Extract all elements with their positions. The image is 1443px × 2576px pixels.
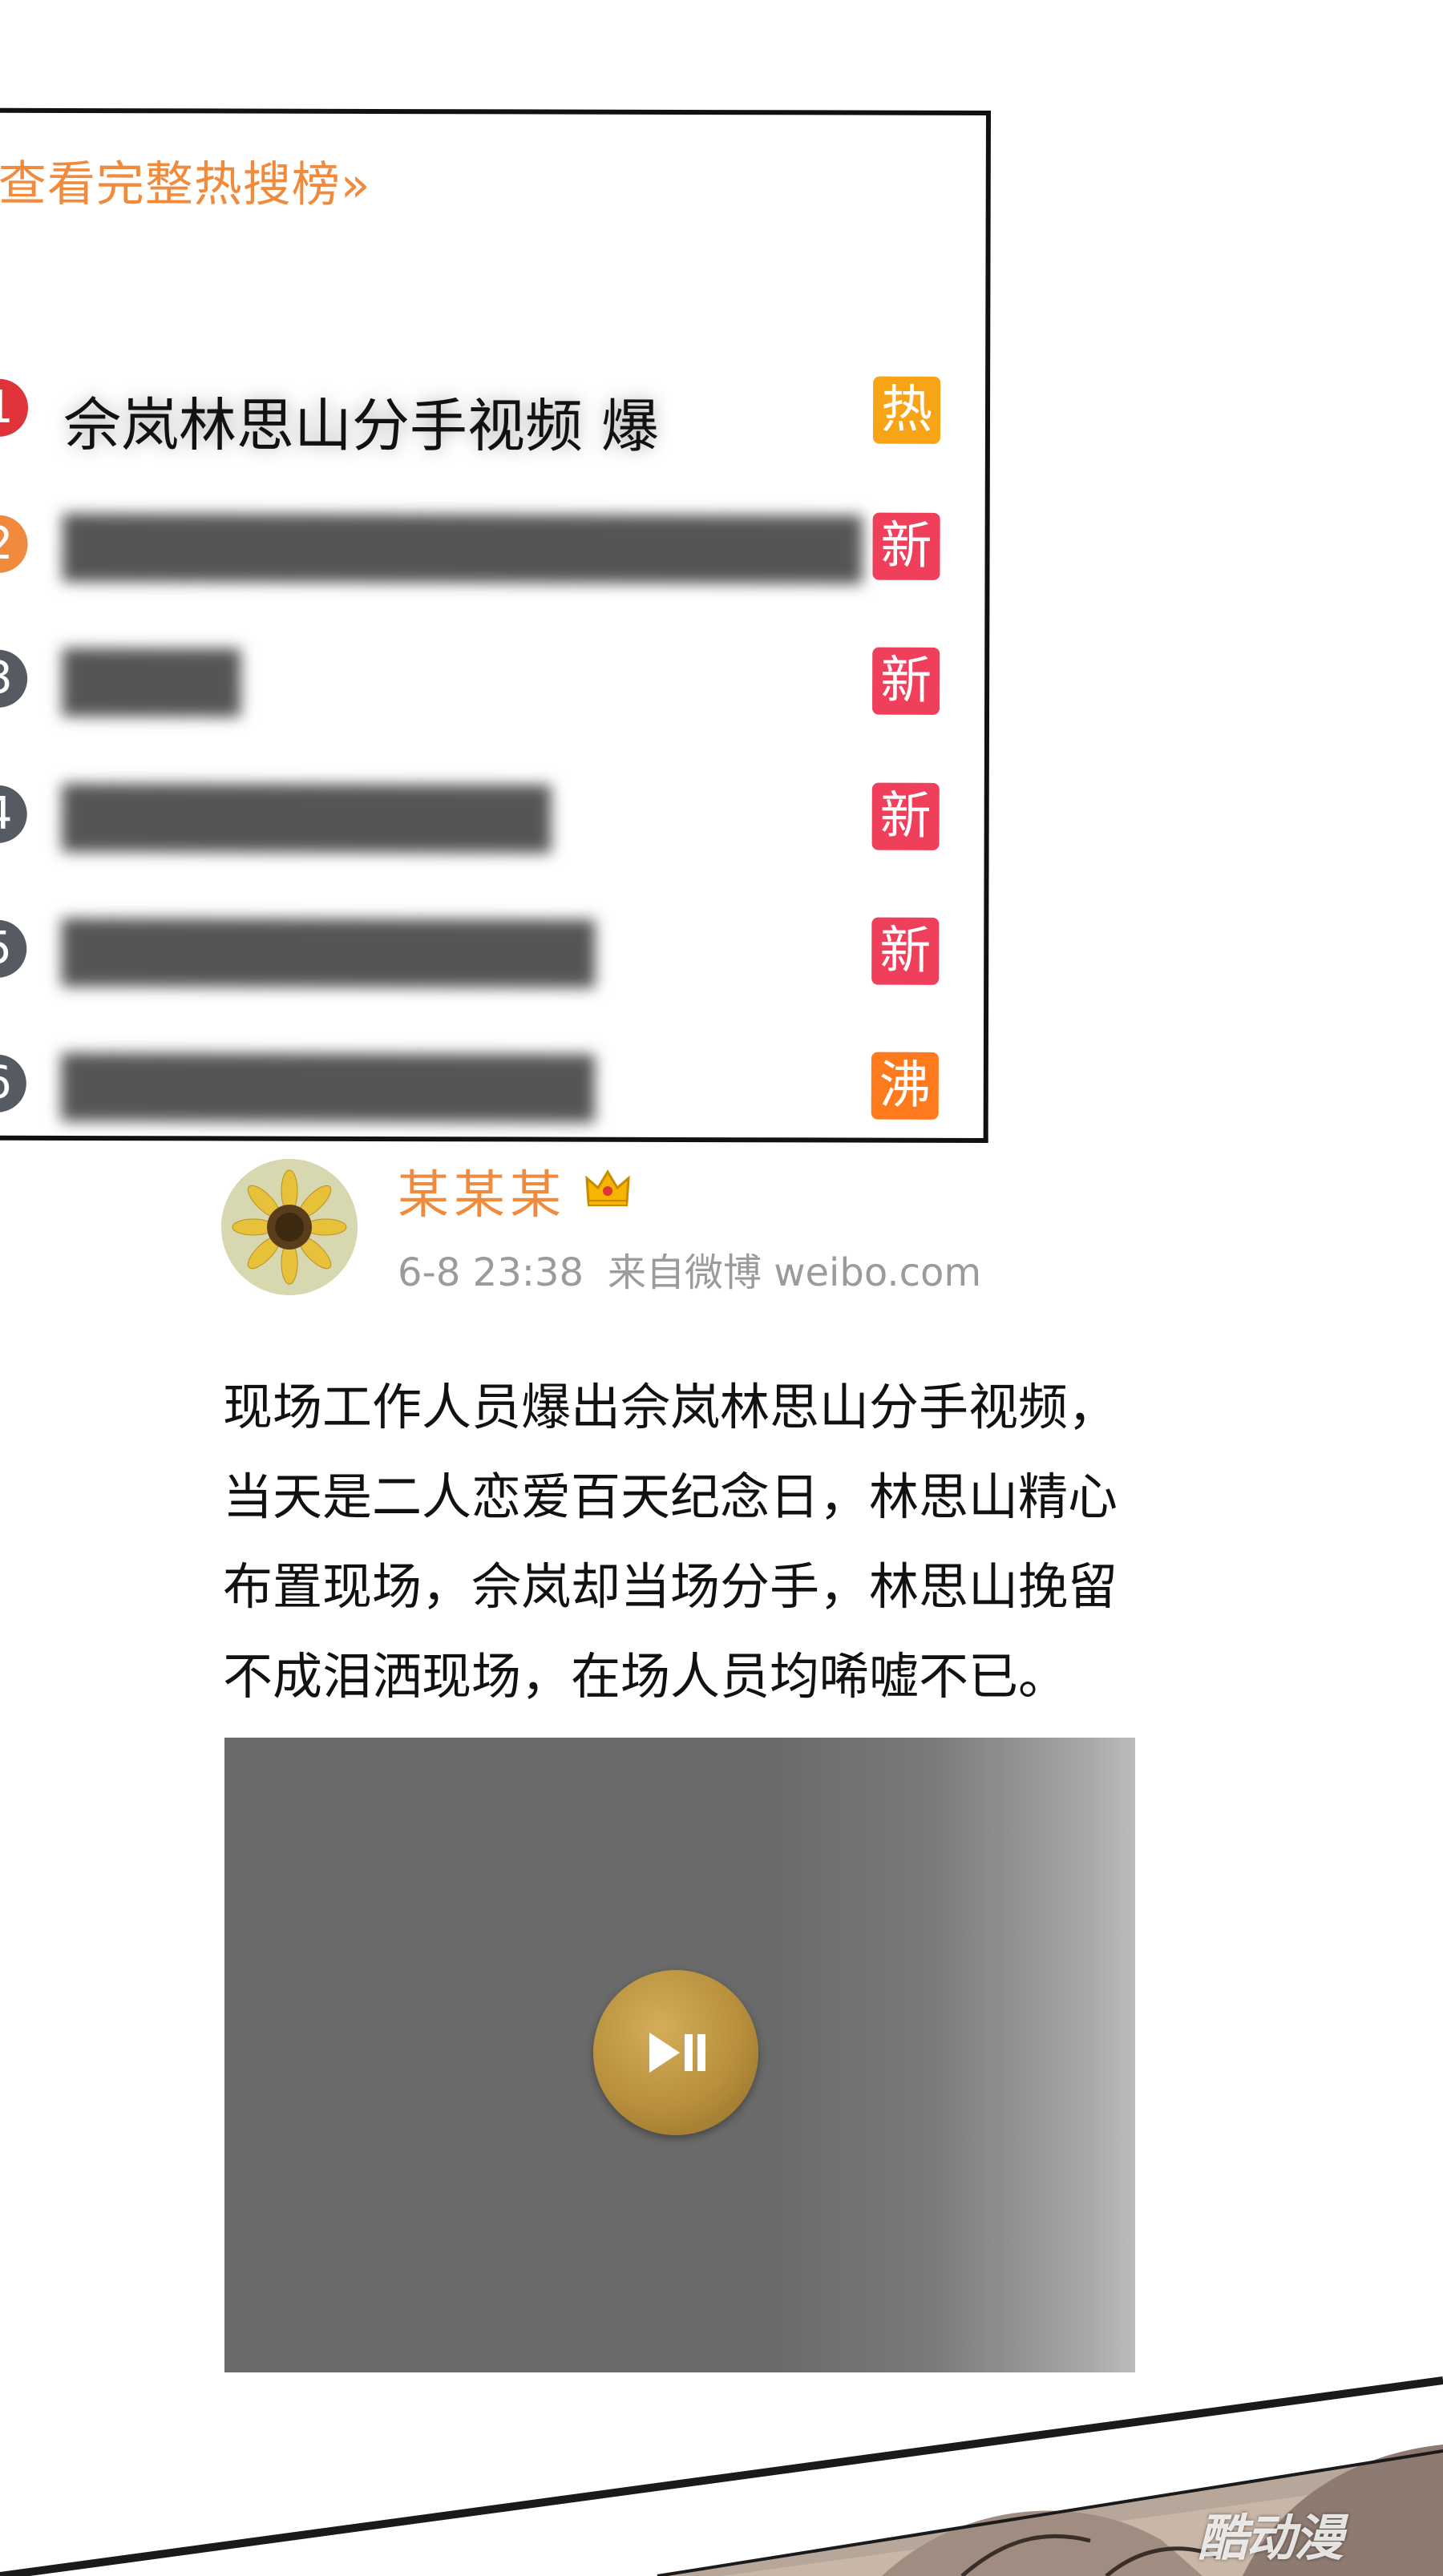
view-full-hot-search-link[interactable]: 查看完整热搜榜» bbox=[0, 145, 371, 216]
hot-search-topic-blurred: ████████████ bbox=[61, 1052, 595, 1122]
new-badge: 新 bbox=[872, 647, 940, 715]
post-text: 现场工作人员爆出佘岚林思山分手视频， 当天是二人恋爱百天纪念日，林思山精心 布置… bbox=[223, 1363, 1145, 1722]
play-pause-icon bbox=[649, 2033, 705, 2073]
rank-number: 2 bbox=[0, 515, 28, 573]
hot-search-topic: 佘岚林思山分手视频 爆 bbox=[63, 390, 659, 460]
hot-badge: 热 bbox=[872, 376, 941, 444]
play-pause-button[interactable] bbox=[593, 1970, 758, 2135]
video-player[interactable] bbox=[224, 1738, 1135, 2372]
post-text-line: 布置现场，佘岚却当场分手，林思山挽留 bbox=[223, 1557, 1118, 1616]
post-source[interactable]: 来自微博 weibo.com bbox=[608, 1250, 981, 1295]
watermark-logo: 酷动漫 bbox=[1198, 2509, 1344, 2567]
new-badge: 新 bbox=[871, 917, 940, 985]
hot-search-item[interactable]: 1 佘岚林思山分手视频 爆 热 bbox=[0, 345, 945, 460]
hot-search-topic-blurred: ████████████ bbox=[62, 918, 595, 987]
sunflower-avatar[interactable] bbox=[221, 1159, 358, 1295]
hot-search-item[interactable]: 6 ████████████ 沸 bbox=[0, 1021, 944, 1128]
rank-number: 1 bbox=[0, 378, 29, 437]
rank-number: 5 bbox=[0, 919, 27, 978]
post-time: 6-8 23:38 bbox=[398, 1250, 584, 1295]
post-meta: 6-8 23:38 来自微博 weibo.com bbox=[398, 1241, 1005, 1297]
hot-search-item[interactable]: 4 ███████████ 新 bbox=[0, 752, 944, 858]
hot-search-topic-blurred: ██████████████████ bbox=[63, 513, 863, 583]
rank-number: 6 bbox=[0, 1054, 26, 1112]
hot-search-item[interactable]: 5 ████████████ 新 bbox=[0, 886, 944, 993]
user-name[interactable]: 某某某 bbox=[398, 1154, 566, 1228]
post-text-line: 现场工作人员爆出佘岚林思山分手视频， bbox=[223, 1378, 1118, 1436]
rank-number: 3 bbox=[0, 649, 28, 708]
hot-search-topic-blurred: ███████████ bbox=[62, 783, 551, 853]
hot-search-topic-blurred: ████ bbox=[63, 648, 240, 717]
hot-search-item[interactable]: 3 ████ 新 bbox=[0, 616, 944, 723]
post-text-line: 不成泪洒现场，在场人员均唏嘘不已。 bbox=[223, 1647, 1069, 1706]
boil-badge: 沸 bbox=[871, 1052, 939, 1120]
post-text-line: 当天是二人恋爱百天纪念日，林思山精心 bbox=[223, 1468, 1118, 1526]
crown-icon bbox=[585, 1169, 630, 1206]
new-badge: 新 bbox=[872, 512, 940, 580]
hot-search-panel: 查看完整热搜榜» 1 佘岚林思山分手视频 爆 热 2 █████████████… bbox=[0, 107, 992, 1143]
rank-number: 4 bbox=[0, 785, 27, 843]
new-badge: 新 bbox=[871, 782, 940, 850]
hot-search-item[interactable]: 2 ██████████████████ 新 bbox=[0, 482, 945, 588]
